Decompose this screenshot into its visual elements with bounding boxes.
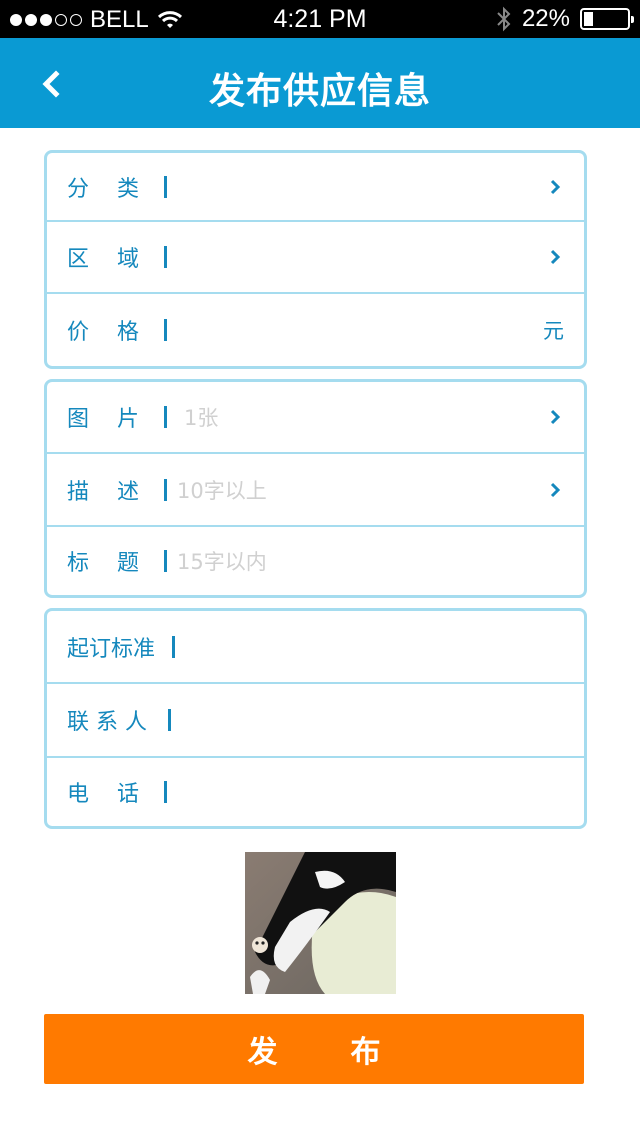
- page-title: 发布供应信息: [208, 71, 431, 112]
- status-bar: BELL 4:21 PM 22%: [0, 0, 640, 38]
- field-cursor: [172, 635, 175, 658]
- title-placeholder: 15字以内: [177, 550, 267, 574]
- status-right: 22%: [496, 5, 634, 33]
- field-cursor: [164, 319, 167, 341]
- form-group-contact: 起订标准 联 系 人 电 话: [44, 608, 587, 829]
- row-title[interactable]: 标 题 15字以内: [47, 527, 584, 595]
- field-cursor: [164, 175, 167, 198]
- chevron-right-icon: [550, 179, 561, 194]
- region-label: 区 域: [67, 247, 139, 272]
- row-region[interactable]: 区 域: [47, 222, 584, 294]
- row-image[interactable]: 图 片 1张: [47, 382, 584, 454]
- field-cursor: [164, 781, 167, 803]
- description-label: 描 述: [67, 479, 139, 505]
- photo-thumbnail[interactable]: [245, 852, 396, 994]
- row-min-order[interactable]: 起订标准: [47, 611, 584, 684]
- chevron-right-icon: [550, 482, 561, 497]
- price-label: 价 格: [67, 320, 139, 345]
- publish-button[interactable]: 发 布: [44, 1014, 584, 1084]
- row-contact[interactable]: 联 系 人: [47, 684, 584, 758]
- form-group-content: 图 片 1张 描 述 10字以上 标 题 15字以内: [44, 379, 587, 598]
- chevron-right-icon: [550, 409, 561, 425]
- cat-photo-image: [245, 852, 396, 994]
- image-label: 图 片: [67, 407, 139, 432]
- min-order-label: 起订标准: [67, 636, 156, 662]
- field-cursor: [164, 478, 167, 501]
- field-cursor: [168, 709, 171, 731]
- phone-label: 电 话: [67, 782, 139, 807]
- description-placeholder: 10字以上: [177, 478, 267, 503]
- battery-icon: [580, 8, 634, 30]
- title-label: 标 题: [67, 551, 139, 576]
- category-label: 分 类: [67, 176, 139, 202]
- battery-percent: 22%: [521, 5, 570, 32]
- row-category[interactable]: 分 类: [47, 153, 584, 222]
- price-unit: 元: [543, 319, 564, 343]
- row-price[interactable]: 价 格 元: [47, 294, 584, 366]
- field-cursor: [164, 246, 167, 268]
- contact-label: 联 系 人: [67, 710, 147, 735]
- row-phone[interactable]: 电 话: [47, 758, 584, 826]
- image-placeholder: 1张: [184, 406, 219, 430]
- field-cursor: [164, 550, 167, 572]
- row-description[interactable]: 描 述 10字以上: [47, 454, 584, 527]
- chevron-right-icon: [550, 249, 561, 265]
- nav-bar: 发布供应信息: [0, 38, 640, 128]
- battery-fill: [584, 12, 593, 26]
- field-cursor: [164, 406, 167, 428]
- form-group-basic: 分 类 区 域 价 格 元: [44, 150, 587, 369]
- bluetooth-icon: [497, 6, 511, 32]
